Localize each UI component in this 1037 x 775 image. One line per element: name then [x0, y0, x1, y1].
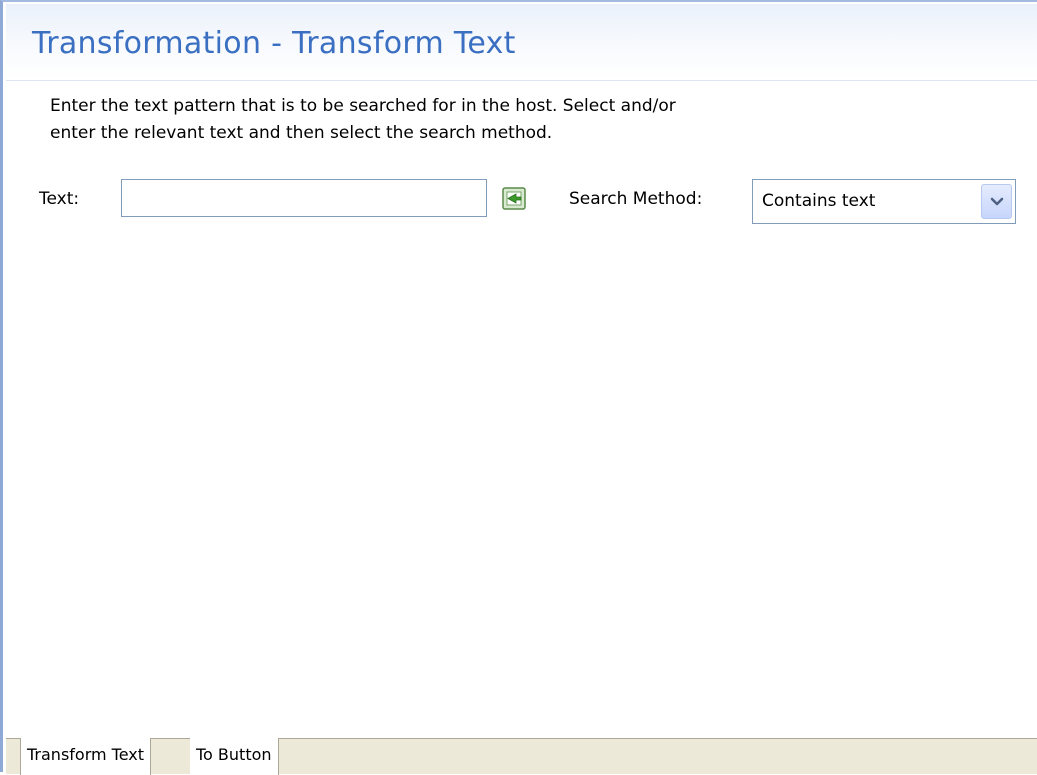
- search-method-value: Contains text: [762, 191, 876, 211]
- description-line-2: enter the relevant text and then select …: [50, 123, 553, 143]
- editor-header: Transformation - Transform Text: [6, 4, 1037, 81]
- page-title: Transformation - Transform Text: [32, 26, 516, 61]
- chevron-down-icon: [990, 197, 1004, 206]
- text-input[interactable]: [121, 179, 487, 217]
- search-method-label: Search Method:: [569, 189, 703, 209]
- insert-text-icon: [502, 187, 526, 210]
- description-line-1: Enter the text pattern that is to be sea…: [50, 96, 676, 116]
- insert-text-button[interactable]: [499, 187, 531, 213]
- text-field-label: Text:: [39, 189, 80, 209]
- editor-tab-bar: Transform Text To Button: [6, 738, 1037, 775]
- search-method-dropdown[interactable]: Contains text: [752, 179, 1016, 224]
- transform-text-editor: Transformation - Transform Text Enter th…: [0, 0, 1037, 775]
- dropdown-button[interactable]: [981, 184, 1012, 219]
- tab-to-button[interactable]: To Button: [190, 738, 279, 775]
- page-description: Enter the text pattern that is to be sea…: [50, 93, 870, 147]
- tab-transform-text[interactable]: Transform Text: [20, 738, 152, 775]
